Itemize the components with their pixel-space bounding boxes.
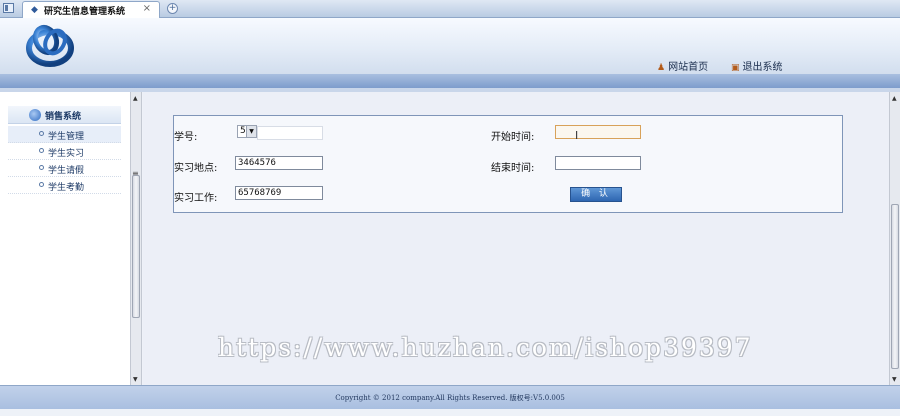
window-menu-icon[interactable] [3, 3, 14, 13]
location-label: 实习地点: [174, 163, 218, 174]
logout-link[interactable]: ▣ 退出系统 [731, 58, 783, 73]
sidebar-item-attendance[interactable]: 学生考勤 [8, 177, 121, 194]
bullet-icon [39, 182, 44, 187]
scroll-down-icon[interactable]: ▼ [892, 376, 897, 383]
footer: Copyright © 2012 company.All Rights Rese… [0, 385, 900, 409]
browser-tab[interactable]: ◆ 研究生信息管理系统 × [22, 1, 160, 18]
sidebar-scrollbar[interactable]: ▲ ≡ ▼ [130, 92, 142, 385]
close-tab-icon[interactable]: × [143, 3, 151, 14]
scroll-down-icon[interactable]: ▼ [133, 376, 138, 383]
work-label: 实习工作: [174, 193, 218, 204]
sidebar-section-title: 销售系统 [45, 112, 82, 122]
sidebar-section-header[interactable]: 销售系统 [8, 106, 121, 124]
header-bar [0, 74, 900, 88]
chevron-down-icon: ▼ [246, 126, 256, 137]
page-icon: ◆ [31, 5, 38, 15]
bullet-icon [39, 131, 44, 136]
home-link[interactable]: ♟ 网站首页 [657, 58, 708, 73]
student-no-extra-field [257, 126, 323, 140]
work-input[interactable]: 65768769 [235, 186, 323, 200]
start-time-label: 开始时间: [491, 132, 535, 143]
exit-icon: ▣ [731, 63, 740, 73]
copyright-text: Copyright © 2012 company.All Rights Rese… [335, 394, 565, 402]
bullet-icon [39, 165, 44, 170]
text-cursor-icon: I [575, 129, 579, 142]
logo-icon [26, 24, 74, 67]
sidebar-item-leave[interactable]: 学生请假 [8, 160, 121, 177]
end-time-label: 结束时间: [491, 163, 535, 174]
tab-title: 研究生信息管理系统 [44, 7, 126, 17]
app-header: ♟ 网站首页 ▣ 退出系统 [0, 18, 900, 74]
sidebar-item-label: 学生请假 [48, 166, 85, 176]
bottom-strip [0, 409, 900, 416]
bullet-icon [39, 148, 44, 153]
sidebar-item-student-management[interactable]: 学生管理 [8, 126, 121, 143]
student-no-select[interactable]: 5 ▼ [237, 125, 257, 138]
scroll-up-icon[interactable]: ▲ [892, 95, 897, 102]
location-input[interactable]: 3464576 [235, 156, 323, 170]
scroll-thumb[interactable] [891, 204, 899, 369]
sidebar-item-label: 学生管理 [48, 132, 85, 142]
page-scrollbar[interactable]: ▲ ▼ [889, 92, 900, 385]
browser-tab-strip: ◆ 研究生信息管理系统 × + [0, 0, 900, 18]
student-no-label: 学号: [174, 132, 198, 143]
person-icon: ♟ [657, 63, 666, 73]
start-time-input[interactable] [555, 125, 641, 139]
confirm-button[interactable]: 确 认 [570, 187, 622, 202]
end-time-input[interactable] [555, 156, 641, 170]
new-tab-icon[interactable]: + [167, 3, 178, 14]
globe-icon [29, 109, 41, 121]
sidebar-item-internship[interactable]: 学生实习 [8, 143, 121, 160]
scroll-thumb[interactable] [132, 175, 140, 318]
sidebar-item-label: 学生考勤 [48, 183, 85, 193]
scroll-up-icon[interactable]: ▲ [133, 95, 138, 102]
sidebar-item-label: 学生实习 [48, 149, 85, 159]
watermark: https://www.huzhan.com/ishop39397 [218, 333, 753, 362]
